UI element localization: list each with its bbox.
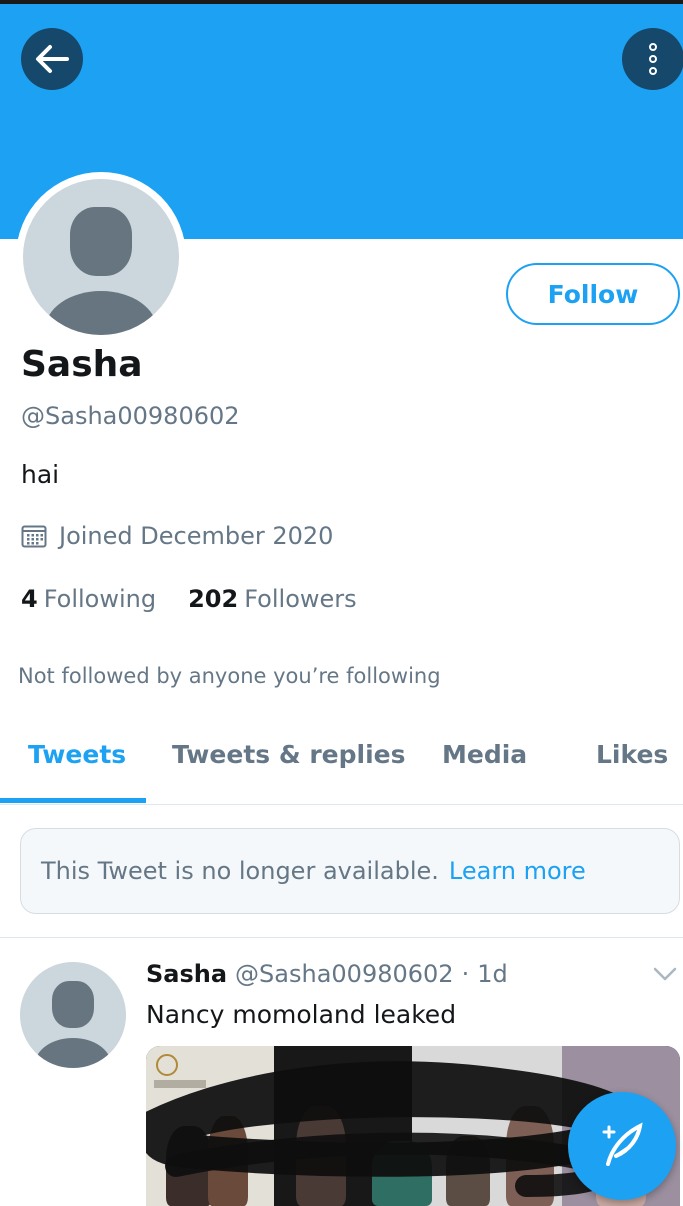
tweet-text: Nancy momoland leaked xyxy=(146,1000,457,1029)
tab-tweets-replies[interactable]: Tweets & replies xyxy=(172,740,406,769)
profile-tabs: Tweets Tweets & replies Media Likes xyxy=(0,720,683,805)
compose-tweet-icon xyxy=(602,1122,643,1166)
active-tab-indicator xyxy=(0,798,146,803)
more-options-button[interactable] xyxy=(622,28,683,90)
tab-likes[interactable]: Likes xyxy=(596,740,668,769)
followers-label: Followers xyxy=(244,585,357,613)
chevron-down-icon[interactable] xyxy=(652,964,678,984)
tweet-avatar[interactable] xyxy=(20,962,126,1068)
unavailable-tweet-notice: This Tweet is no longer available. Learn… xyxy=(20,828,680,914)
follow-button[interactable]: Follow xyxy=(506,263,680,325)
more-vertical-icon xyxy=(649,43,657,75)
default-avatar-icon xyxy=(23,179,179,335)
tab-media[interactable]: Media xyxy=(442,740,527,769)
profile-name: Sasha xyxy=(21,344,143,385)
following-count: 4 xyxy=(21,585,38,613)
tweet-author-name[interactable]: Sasha xyxy=(146,960,227,988)
following-link[interactable]: 4 Following xyxy=(21,585,156,613)
follow-counts: 4 Following 202 Followers xyxy=(21,585,357,613)
following-label: Following xyxy=(43,585,157,613)
tweet-time: 1d xyxy=(477,960,508,988)
joined-date: Joined December 2020 xyxy=(21,522,333,550)
calendar-icon xyxy=(21,525,47,548)
followers-count: 202 xyxy=(188,585,239,613)
tweet-author-handle: @Sasha00980602 xyxy=(235,960,454,988)
profile-handle: @Sasha00980602 xyxy=(21,402,240,430)
divider xyxy=(0,937,683,938)
followers-link[interactable]: 202 Followers xyxy=(188,585,357,613)
profile-bio: hai xyxy=(21,460,60,489)
arrow-left-icon xyxy=(36,45,69,73)
learn-more-link[interactable]: Learn more xyxy=(449,857,586,885)
tweet-separator: · xyxy=(461,960,470,988)
unavailable-text: This Tweet is no longer available. xyxy=(41,857,439,885)
profile-avatar[interactable] xyxy=(16,172,186,342)
tweet-header: Sasha @Sasha00980602 · 1d xyxy=(146,960,508,988)
mutual-followers-note: Not followed by anyone you’re following xyxy=(18,664,441,688)
compose-tweet-button[interactable] xyxy=(568,1092,676,1200)
back-button[interactable] xyxy=(21,28,83,90)
joined-text: Joined December 2020 xyxy=(59,522,334,550)
tab-tweets[interactable]: Tweets xyxy=(28,740,126,769)
